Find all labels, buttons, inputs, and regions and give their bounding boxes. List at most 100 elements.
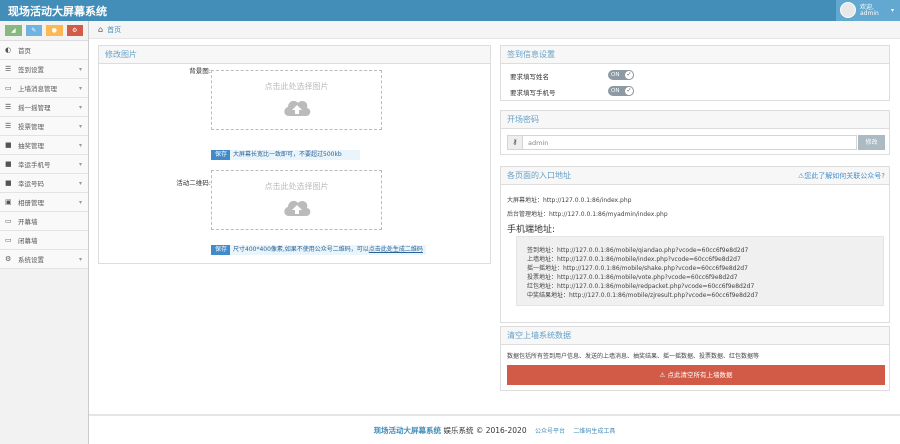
breadcrumb-home-link[interactable]: 首页 xyxy=(107,25,121,35)
sidebar-item-8[interactable]: ▣ 相册管理 ▾ xyxy=(0,193,88,212)
sidebar-item-11[interactable]: ⚙ 系统设置 ▾ xyxy=(0,250,88,269)
cloud-upload-icon xyxy=(283,200,310,216)
chart-shortcut-button[interactable]: ◢ xyxy=(5,25,22,36)
desktop-icon: ▭ xyxy=(5,236,12,244)
require-name-label: 要求填写姓名 xyxy=(510,73,549,81)
password-panel: 开场密码 ⚷ admin 修改 xyxy=(500,110,890,155)
wechat-help-text: 您此了解如何关联公众号? xyxy=(804,172,885,180)
sidebar-item-1[interactable]: ☰ 签到设置 ▾ xyxy=(0,60,88,79)
screen-address: 大屏幕地址：http://127.0.0.1:86/index.php xyxy=(507,197,632,204)
edit-images-title: 修改图片 xyxy=(99,46,490,64)
footer-link-wechat[interactable]: 公众号平台 xyxy=(535,428,565,435)
chevron-down-icon: ▾ xyxy=(78,103,82,111)
entry-address-panel: 各页面的入口地址 ⚠您此了解如何关联公众号? 大屏幕地址：http://127.… xyxy=(500,166,890,323)
gift-icon: ■ xyxy=(5,160,12,168)
clear-data-panel: 清空上墙系统数据 数据包括所有签到用户信息、发送的上墙消息、抽奖结果、摇一摇数据… xyxy=(500,326,890,391)
sidebar-item-10[interactable]: ▭ 闭幕墙 xyxy=(0,231,88,250)
qrcode-upload-area[interactable]: 点击此处选择图片 xyxy=(211,170,382,230)
dashboard-icon: ◐ xyxy=(5,46,12,54)
main-content: 修改图片 背景图: 点击此处选择图片 保存 大屏幕长宽比一致即可，不要超过500… xyxy=(89,39,900,444)
check-icon: ✓ xyxy=(624,86,634,96)
cloud-upload-icon xyxy=(283,100,310,116)
chevron-down-icon: ▾ xyxy=(78,122,82,130)
sidebar-item-6[interactable]: ■ 幸运手机号 ▾ xyxy=(0,155,88,174)
clear-data-button[interactable]: ⚠ 点此清空所有上墙数据 xyxy=(507,365,885,385)
sidebar-item-label: 幸运号码 xyxy=(18,180,44,188)
sidebar-item-label: 摇一摇管理 xyxy=(18,104,51,112)
pencil-icon: ✎ xyxy=(31,27,37,34)
chevron-down-icon: ▾ xyxy=(78,141,82,149)
check-icon: ✓ xyxy=(624,70,634,80)
upload-prompt: 点击此处选择图片 xyxy=(264,182,329,191)
breadcrumb: ⌂ 首页 xyxy=(89,21,900,39)
home-icon[interactable]: ⌂ xyxy=(98,25,103,34)
user-menu[interactable]: 欢迎, admin ▾ xyxy=(836,0,900,21)
sidebar-item-label: 投票管理 xyxy=(18,123,44,131)
chevron-down-icon: ▾ xyxy=(78,179,82,187)
chevron-down-icon: ▾ xyxy=(78,65,82,73)
sidebar-item-label: 上墙消息管理 xyxy=(18,85,57,93)
save-background-button[interactable]: 保存 xyxy=(211,150,231,160)
user-name: admin xyxy=(860,10,879,17)
mobile-address: 上墙地址：http://127.0.0.1:86/mobile/index.ph… xyxy=(527,256,741,263)
gift-icon: ■ xyxy=(5,141,12,149)
desktop-icon: ▭ xyxy=(5,217,12,225)
generate-qrcode-link[interactable]: 点击此处生成二维码 xyxy=(369,246,423,253)
password-field[interactable]: ⚷ admin xyxy=(507,135,857,150)
upload-prompt: 点击此处选择图片 xyxy=(264,82,329,91)
chevron-down-icon: ▾ xyxy=(78,198,82,206)
clear-data-button-label: 点此清空所有上墙数据 xyxy=(667,371,733,379)
toggle-state: ON xyxy=(611,88,620,94)
qrcode-label: 活动二维码: xyxy=(176,179,211,187)
admin-address: 后台管理地址：http://127.0.0.1:86/myadmin/index… xyxy=(507,211,668,218)
cogs-shortcut-button[interactable]: ⚙ xyxy=(66,25,83,36)
picture-icon: ▣ xyxy=(5,198,12,206)
footer-link-qrcode[interactable]: 二维码生成工具 xyxy=(573,428,615,435)
chart-icon: ◢ xyxy=(10,27,16,34)
sidebar-item-label: 开幕墙 xyxy=(18,218,38,226)
top-navbar: 现场活动大屏幕系统 欢迎, admin ▾ xyxy=(0,0,900,21)
sidebar-item-5[interactable]: ■ 抽奖管理 ▾ xyxy=(0,136,88,155)
qrcode-hint: 尺寸400*400像素,如果不使用公众号二维码，可以点击此处生成二维码 xyxy=(230,245,426,255)
background-upload-area[interactable]: 点击此处选择图片 xyxy=(211,70,382,130)
shortcut-buttons: ◢ ✎ ● ⚙ xyxy=(0,21,88,41)
desktop-icon: ▭ xyxy=(5,84,12,92)
mobile-address-list: 签到地址：http://127.0.0.1:86/mobile/qiandao.… xyxy=(516,236,884,306)
pencil-shortcut-button[interactable]: ✎ xyxy=(25,25,42,36)
chevron-down-icon: ▾ xyxy=(78,84,82,92)
clear-data-description: 数据包括所有签到用户信息、发送的上墙消息、抽奖结果、摇一摇数据、投票数据、红包数… xyxy=(507,353,760,360)
users-icon: ● xyxy=(51,27,57,34)
password-title: 开场密码 xyxy=(501,111,889,129)
users-shortcut-button[interactable]: ● xyxy=(46,25,63,36)
avatar xyxy=(840,2,856,18)
wechat-help-link[interactable]: ⚠您此了解如何关联公众号? xyxy=(798,171,885,181)
signin-settings-panel: 签到信息设置 要求填写姓名 ON ✓ 要求填写手机号 ON ✓ xyxy=(500,45,890,101)
sidebar-item-label: 首页 xyxy=(18,47,31,55)
sidebar-item-4[interactable]: ☰ 投票管理 ▾ xyxy=(0,117,88,136)
save-qrcode-button[interactable]: 保存 xyxy=(211,245,231,255)
cogs-icon: ⚙ xyxy=(72,27,78,34)
sidebar-item-7[interactable]: ■ 幸运号码 ▾ xyxy=(0,174,88,193)
background-hint: 大屏幕长宽比一致即可，不要超过500kb xyxy=(230,150,360,160)
sidebar-item-0[interactable]: ◐ 首页 xyxy=(0,41,88,60)
sidebar-item-2[interactable]: ▭ 上墙消息管理 ▾ xyxy=(0,79,88,98)
background-label: 背景图: xyxy=(189,67,211,75)
sidebar-item-9[interactable]: ▭ 开幕墙 xyxy=(0,212,88,231)
sidebar-item-label: 签到设置 xyxy=(18,66,44,74)
sidebar-menu: ◐ 首页 ☰ 签到设置 ▾ ▭ 上墙消息管理 ▾ ☰ 摇一摇管理 ▾ ☰ 投票管理 ▾ ■ 抽奖管理 ▾ ■ 幸运手… xyxy=(0,41,88,269)
caret-down-icon: ▾ xyxy=(891,7,895,14)
gift-icon: ■ xyxy=(5,179,12,187)
chevron-down-icon: ▾ xyxy=(78,255,82,263)
require-phone-toggle[interactable]: ON ✓ xyxy=(608,86,634,96)
sidebar: ◢ ✎ ● ⚙ ◐ 首页 ☰ 签到设置 ▾ ▭ 上墙消息管理 ▾ ☰ 摇一摇管理 ▾ ☰ 投票管理 ▾ ■ 抽… xyxy=(0,21,89,444)
mobile-address: 投票地址：http://127.0.0.1:86/mobile/vote.php… xyxy=(527,274,738,281)
list-icon: ☰ xyxy=(5,103,12,111)
require-name-toggle[interactable]: ON ✓ xyxy=(608,70,634,80)
password-edit-button[interactable]: 修改 xyxy=(858,135,885,150)
chevron-down-icon: ▾ xyxy=(78,160,82,168)
signin-settings-title: 签到信息设置 xyxy=(501,46,889,64)
sidebar-item-3[interactable]: ☰ 摇一摇管理 ▾ xyxy=(0,98,88,117)
mobile-address-title: 手机端地址: xyxy=(507,225,556,235)
brand-title[interactable]: 现场活动大屏幕系统 xyxy=(8,3,107,19)
sidebar-item-label: 幸运手机号 xyxy=(18,161,51,169)
